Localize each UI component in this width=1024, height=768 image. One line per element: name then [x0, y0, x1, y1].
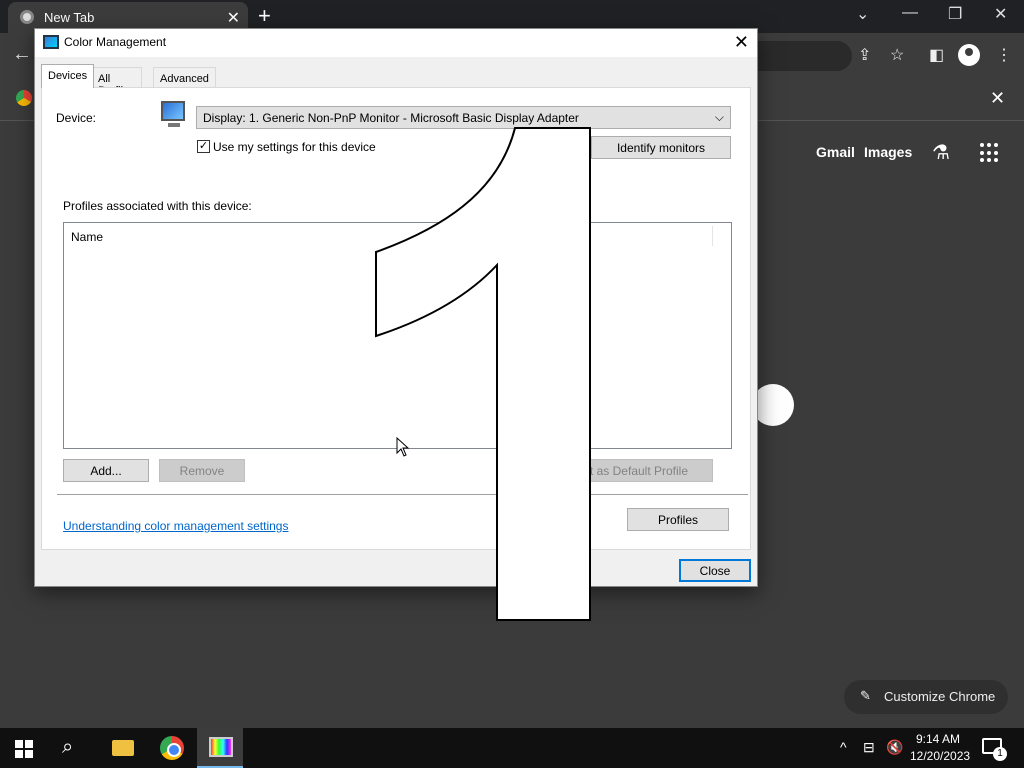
- tab-advanced[interactable]: Advanced: [153, 67, 216, 87]
- minimize-button[interactable]: —: [902, 4, 918, 22]
- profile-avatar-icon[interactable]: [958, 44, 980, 66]
- bookmark-star-icon[interactable]: ☆: [890, 45, 904, 65]
- new-tab-button[interactable]: +: [258, 3, 271, 29]
- color-management-taskbar-icon: [209, 737, 233, 757]
- windows-start-icon[interactable]: [15, 740, 33, 758]
- chrome-logo-icon: [16, 90, 32, 106]
- address-bar[interactable]: [752, 41, 852, 71]
- search-icon[interactable]: ⌕: [62, 736, 73, 759]
- dialog-titlebar[interactable]: Color Management ✕: [35, 29, 757, 57]
- help-link[interactable]: Understanding color management settings: [63, 519, 288, 533]
- mouse-cursor-icon: [396, 437, 410, 457]
- customize-chrome-label: Customize Chrome: [884, 689, 996, 704]
- file-explorer-icon[interactable]: [112, 740, 134, 756]
- tab-devices[interactable]: Devices: [41, 64, 95, 88]
- info-bar-close-icon[interactable]: ✕: [990, 88, 1005, 109]
- remove-profile-button[interactable]: Remove: [159, 459, 245, 482]
- use-my-settings-label: Use my settings for this device: [213, 140, 376, 154]
- column-divider: [712, 226, 713, 246]
- device-select-value: Display: 1. Generic Non-PnP Monitor - Mi…: [203, 111, 579, 125]
- clock-date[interactable]: 12/20/2023: [910, 749, 970, 763]
- customize-chrome-button[interactable]: ✎ Customize Chrome: [844, 680, 1008, 714]
- dialog-title: Color Management: [64, 35, 167, 49]
- images-link[interactable]: Images: [864, 144, 912, 160]
- restore-button[interactable]: ❐: [948, 4, 962, 24]
- pencil-icon: ✎: [860, 688, 871, 703]
- list-column-name[interactable]: Name: [71, 230, 103, 244]
- close-button[interactable]: Close: [679, 559, 751, 582]
- tab-close-icon[interactable]: ✕: [227, 8, 240, 28]
- identify-monitors-button[interactable]: Identify monitors: [591, 136, 731, 159]
- back-arrow-icon[interactable]: ←: [12, 43, 32, 66]
- monitor-icon: [159, 99, 187, 129]
- window-close-button[interactable]: ✕: [994, 4, 1007, 24]
- tab-title: New Tab: [44, 10, 95, 25]
- taskbar-item-color-management[interactable]: [197, 728, 243, 768]
- device-label: Device:: [56, 111, 97, 125]
- tab-all-profiles[interactable]: All Profiles: [91, 67, 142, 97]
- profiles-button[interactable]: Profiles: [627, 508, 729, 531]
- tray-chevron-up-icon[interactable]: ^: [840, 739, 847, 755]
- share-icon[interactable]: ⇪: [858, 45, 871, 65]
- add-profile-button[interactable]: Add...: [63, 459, 149, 482]
- labs-flask-icon[interactable]: ⚗: [932, 140, 950, 165]
- use-my-settings-checkbox[interactable]: ✓: [197, 140, 210, 153]
- chrome-taskbar-icon[interactable]: [160, 736, 184, 760]
- tab-search-icon[interactable]: ⌄: [856, 4, 869, 24]
- network-icon[interactable]: ⊟: [863, 739, 875, 756]
- chevron-down-icon: ⌵: [714, 110, 724, 124]
- profiles-label: Profiles associated with this device:: [63, 199, 252, 213]
- identify-number-overlay: 1: [375, 127, 591, 621]
- notification-badge: 1: [993, 747, 1007, 761]
- chrome-favicon-icon: [20, 10, 34, 24]
- taskbar: ⌕ ^ ⊟ 🔇 9:14 AM 12/20/2023 1: [0, 728, 1024, 768]
- color-management-icon: [43, 35, 59, 49]
- chrome-menu-icon[interactable]: ⋮: [996, 45, 1012, 65]
- clock-time[interactable]: 9:14 AM: [916, 732, 960, 746]
- gmail-link[interactable]: Gmail: [816, 144, 855, 160]
- dialog-close-icon[interactable]: ✕: [734, 32, 749, 53]
- shortcut-tile[interactable]: [752, 384, 794, 426]
- volume-muted-icon[interactable]: 🔇: [886, 739, 903, 756]
- side-panel-icon[interactable]: ◧: [929, 45, 944, 65]
- google-apps-icon[interactable]: [980, 143, 1000, 163]
